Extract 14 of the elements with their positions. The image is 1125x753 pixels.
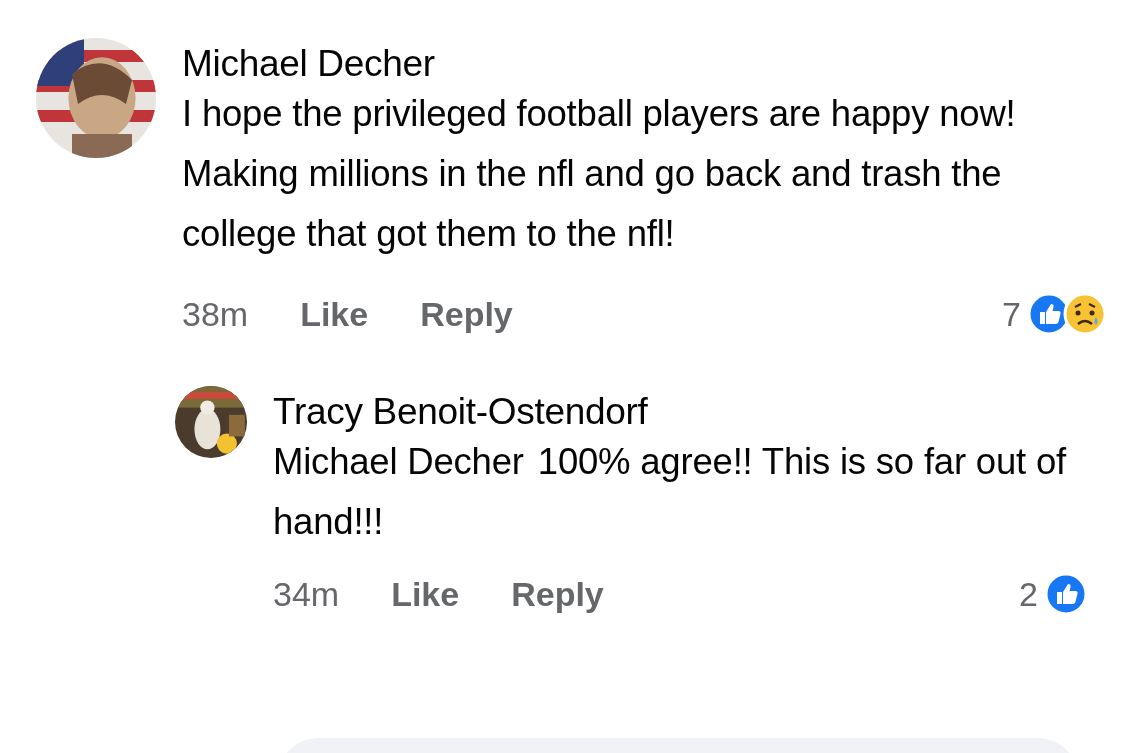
author-name[interactable]: Michael Decher bbox=[182, 38, 1107, 90]
author-name[interactable]: Tracy Benoit-Ostendorf bbox=[273, 386, 1088, 438]
reaction-count: 7 bbox=[1002, 294, 1021, 334]
comment-text: I hope the privileged football players are happy now! Making millions in the nfl and go back and trash the college that got them to the nfl! bbox=[182, 92, 1017, 256]
reply-link[interactable]: Reply bbox=[511, 574, 604, 614]
like-link[interactable]: Like bbox=[300, 294, 369, 334]
reply-link[interactable]: Reply bbox=[420, 294, 513, 334]
comment-time: 34m bbox=[273, 574, 340, 614]
like-link[interactable]: Like bbox=[391, 574, 460, 614]
comment-time: 38m bbox=[182, 294, 249, 334]
comment-text: Michael Decher 100% agree!! This is so far out of hand!!! bbox=[273, 440, 1068, 544]
sad-face-icon bbox=[1063, 292, 1107, 336]
reaction-count: 2 bbox=[1019, 574, 1038, 614]
thumbs-up-icon bbox=[1044, 572, 1088, 616]
